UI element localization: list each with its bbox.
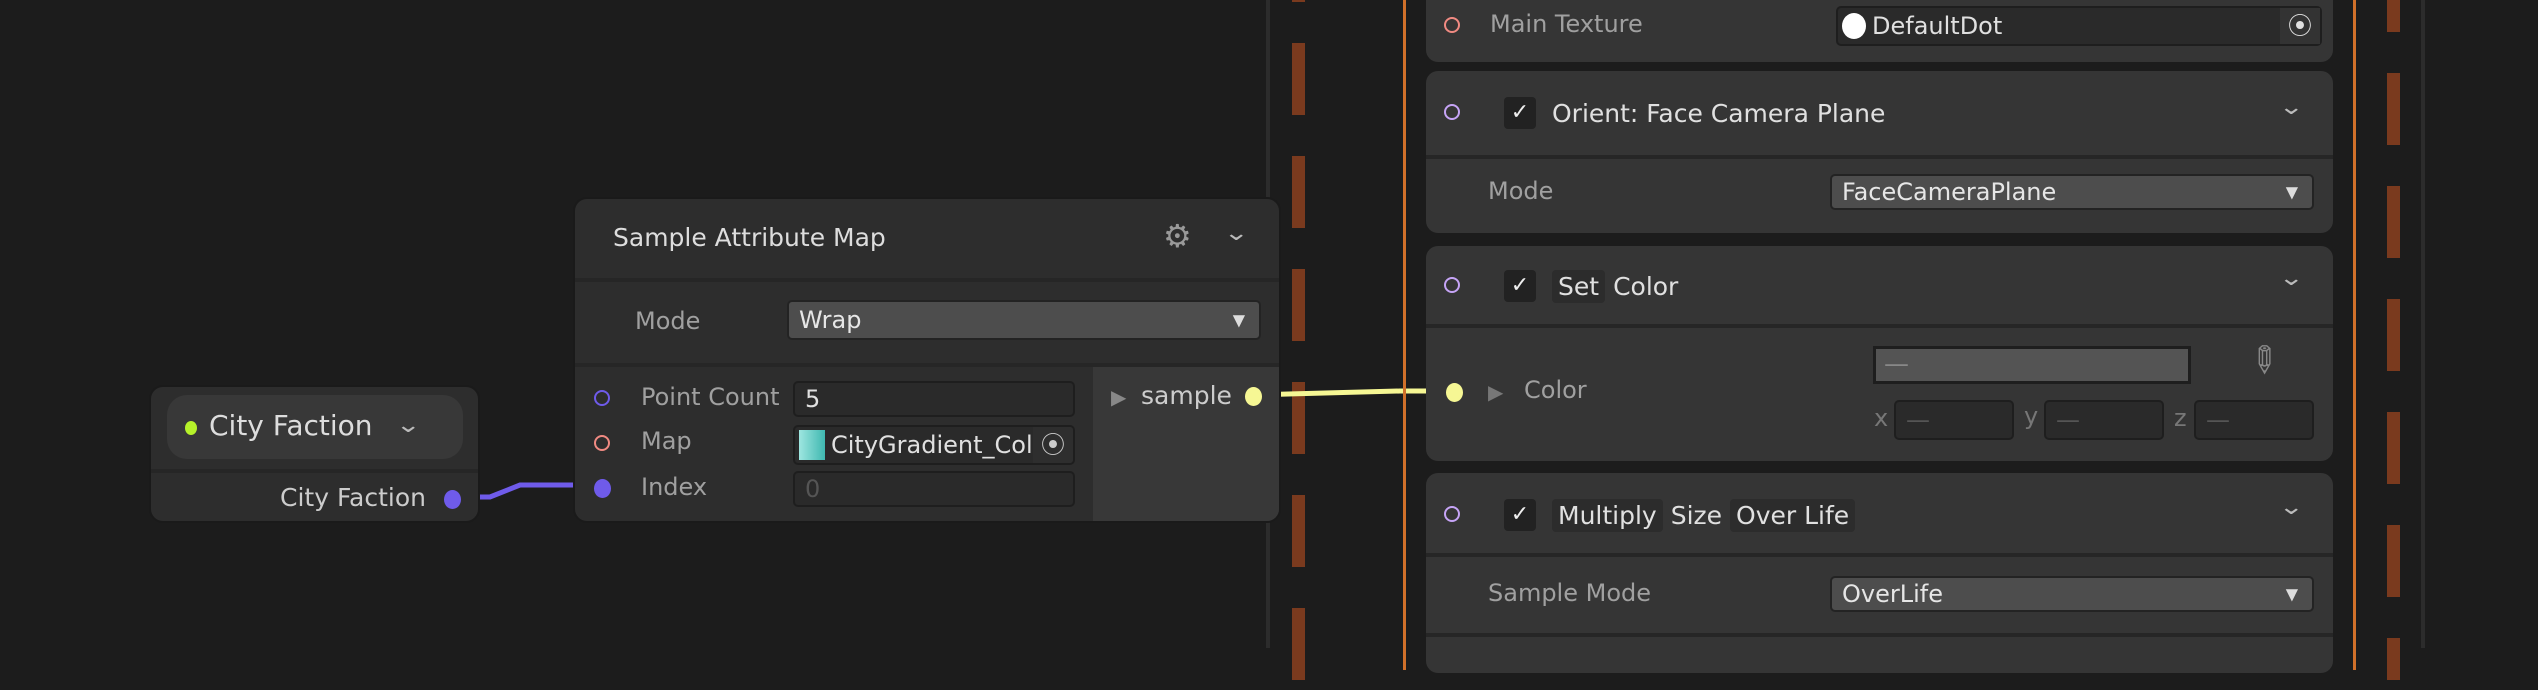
flow-port[interactable] (1444, 104, 1460, 120)
section-divider (1426, 633, 2333, 637)
eyedropper-icon[interactable]: ✎ (2238, 335, 2288, 385)
dropdown-arrow-icon: ▼ (2285, 584, 2298, 604)
map-object-field[interactable]: CityGradient_Col ⦿ (793, 425, 1075, 465)
int-input-port[interactable] (594, 390, 610, 406)
point-count-label: Point Count (641, 383, 780, 411)
enable-checkbox[interactable]: ✓ (1504, 499, 1536, 531)
header-divider (575, 278, 1279, 282)
enable-checkbox[interactable]: ✓ (1504, 97, 1536, 129)
map-label: Map (641, 427, 692, 455)
color-swatch[interactable]: — (1873, 346, 2191, 384)
dropdown-arrow-icon: ▼ (1232, 310, 1245, 330)
map-value: CityGradient_Col (831, 431, 1033, 459)
dot-thumbnail (1842, 13, 1866, 39)
mode-value: Wrap (799, 306, 862, 334)
texture-input-port[interactable] (594, 435, 610, 451)
title-part: Set (1552, 270, 1606, 303)
main-texture-label: Main Texture (1490, 10, 1643, 38)
gradient-thumbnail (799, 430, 825, 460)
mode-dropdown[interactable]: FaceCameraPlane ▼ (1830, 174, 2314, 210)
city-faction-node[interactable]: City Faction ⌄ City Faction (149, 385, 480, 523)
int-input-port-connected[interactable] (594, 479, 611, 498)
sample-attribute-map-node[interactable]: Sample Attribute Map ⚙ ⌄ Mode Wrap ▼ Poin… (573, 197, 1281, 523)
node-title: Sample Attribute Map (613, 223, 886, 252)
sample-mode-label: Sample Mode (1488, 579, 1652, 607)
sample-mode-value: OverLife (1842, 580, 1943, 608)
x-input[interactable]: — (1894, 400, 2014, 440)
chevron-down-icon[interactable]: ⌄ (2278, 266, 2304, 291)
node-title: City Faction (209, 409, 373, 442)
dropdown-arrow-icon: ▼ (2285, 182, 2298, 202)
chevron-down-icon[interactable]: ⌄ (395, 413, 421, 438)
chevron-down-icon[interactable]: ⌄ (1223, 221, 1249, 246)
block-header[interactable]: ✓ Orient: Face Camera Plane ⌄ (1426, 71, 2333, 159)
block-header[interactable]: ✓ Set Color ⌄ (1426, 246, 2333, 328)
y-input[interactable]: — (2044, 400, 2164, 440)
block-title: Orient: Face Camera Plane (1552, 99, 1886, 128)
expand-triangle-icon[interactable]: ▶ (1111, 385, 1126, 409)
expand-triangle-icon[interactable]: ▶ (1488, 380, 1503, 404)
flow-port[interactable] (1444, 277, 1460, 293)
multiply-size-block[interactable]: ✓ Multiply Size Over Life ⌄ Sample Mode … (1426, 473, 2333, 673)
vector-output-port[interactable] (1245, 387, 1262, 406)
x-label: x (1874, 404, 1889, 432)
sample-mode-dropdown[interactable]: OverLife ▼ (1830, 576, 2314, 612)
header-divider (151, 469, 478, 473)
int-output-port[interactable] (444, 490, 461, 509)
output-label: sample (1141, 381, 1232, 410)
set-color-block[interactable]: ✓ Set Color ⌄ ▶ Color — ✎ x — y — z — (1426, 246, 2333, 461)
main-texture-value: DefaultDot (1872, 12, 2003, 40)
index-input[interactable]: 0 (793, 471, 1075, 507)
title-part: Over Life (1730, 499, 1856, 532)
object-picker-icon[interactable]: ⦿ (1033, 427, 1073, 463)
enable-checkbox[interactable]: ✓ (1504, 270, 1536, 302)
texture-port[interactable] (1444, 17, 1460, 33)
z-input[interactable]: — (2194, 400, 2314, 440)
output-label: City Faction (280, 483, 426, 512)
chevron-down-icon[interactable]: ⌄ (2278, 95, 2304, 120)
mode-dropdown[interactable]: Wrap ▼ (787, 300, 1261, 340)
flow-port[interactable] (1444, 506, 1460, 522)
z-label: z (2174, 404, 2187, 432)
block-header[interactable]: ✓ Multiply Size Over Life ⌄ (1426, 473, 2333, 557)
mode-value: FaceCameraPlane (1842, 178, 2057, 206)
mode-label: Mode (635, 307, 701, 335)
title-part: Size (1670, 501, 1723, 530)
y-label: y (2024, 402, 2039, 430)
main-texture-block[interactable]: Main Texture DefaultDot ⦿ (1426, 0, 2333, 62)
orient-block[interactable]: ✓ Orient: Face Camera Plane ⌄ Mode FaceC… (1426, 71, 2333, 233)
color-label: Color (1524, 376, 1587, 404)
chevron-down-icon[interactable]: ⌄ (2278, 495, 2304, 520)
title-part: Color (1613, 272, 1679, 301)
main-texture-field[interactable]: DefaultDot ⦿ (1836, 6, 2322, 46)
point-count-input[interactable]: 5 (793, 381, 1075, 417)
vector-input-port[interactable] (1446, 383, 1463, 402)
float-port-icon (185, 421, 197, 435)
title-part: Multiply (1552, 499, 1663, 532)
index-label: Index (641, 473, 708, 501)
mode-label: Mode (1488, 177, 1554, 205)
node-header[interactable]: City Faction ⌄ (167, 395, 463, 459)
object-picker-icon[interactable]: ⦿ (2280, 8, 2320, 44)
gear-icon[interactable]: ⚙ (1163, 217, 1192, 255)
